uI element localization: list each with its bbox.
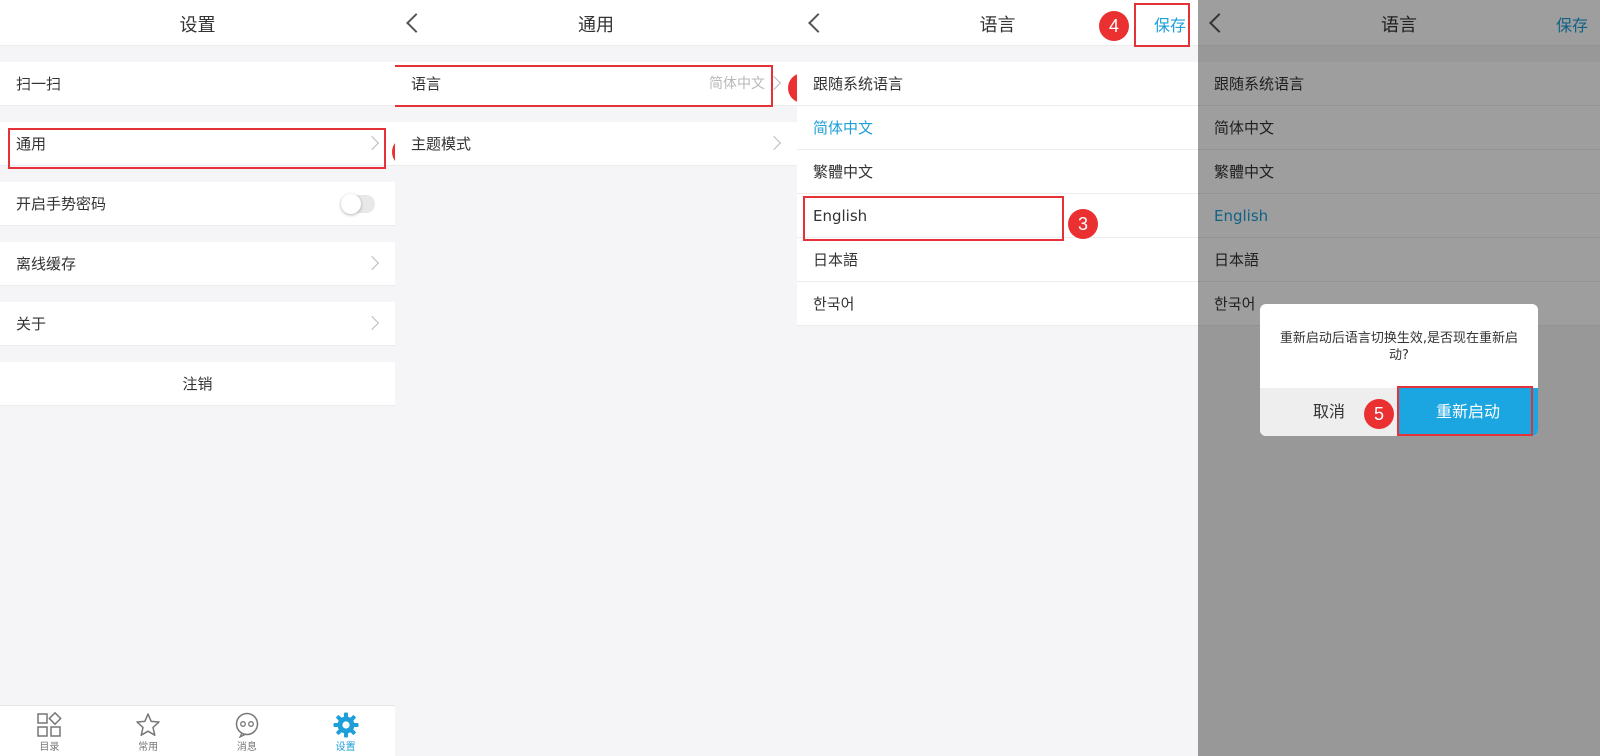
chevron-right-icon [766,135,782,151]
page-title: 通用 [578,15,614,36]
chevron-right-icon [364,135,380,151]
settings-item-label: 通用 [16,135,47,153]
dialog-message: 重新启动后语言切换生效,是否现在重新启动? [1279,331,1519,363]
settings-item-label: 关于 [16,315,47,333]
logout-button[interactable]: 注销 [0,362,395,406]
star-icon [136,713,160,736]
language-option-label: English [813,207,868,225]
language-option-japanese[interactable]: 日本語 [797,238,1198,282]
gesture-password-toggle[interactable] [341,194,375,214]
tab-catalog[interactable]: 目录 [0,706,99,756]
general-item-label: 语言 [411,75,442,93]
language-screen: 语言 保存 跟随系统语言 简体中文 繁體中文 English 日本語 한국어 3… [797,0,1198,756]
language-option-korean[interactable]: 한국어 [797,282,1198,326]
general-screen: 通用 语言 简体中文 主题模式 2 [395,0,797,756]
settings-header: 设置 [0,0,395,46]
tab-label: 目录 [39,742,60,753]
chevron-right-icon [364,255,380,271]
language-option-label: 한국어 [813,295,855,313]
tab-label: 消息 [236,742,257,753]
general-item-theme[interactable]: 主题模式 [395,122,797,166]
step-badge-4: 4 [1099,11,1129,41]
language-option-label: 日本語 [813,251,859,269]
general-header: 通用 [395,0,797,46]
restart-button[interactable]: 重新启动 [1398,388,1538,436]
catalog-icon [37,712,63,737]
step-badge-5: 5 [1364,399,1394,429]
tab-label: 设置 [335,742,356,753]
settings-item-gesture-password: 开启手势密码 [0,182,395,226]
general-item-label: 主题模式 [411,135,472,153]
language-option-simplified-chinese[interactable]: 简体中文 [797,106,1198,150]
restart-dialog: 重新启动后语言切换生效,是否现在重新启动? 取消 重新启动 [1260,304,1538,436]
chevron-right-icon [766,75,782,91]
tab-label: 常用 [138,742,159,753]
tab-messages[interactable]: 消息 [198,706,297,756]
general-item-language[interactable]: 语言 简体中文 [395,62,797,106]
toggle-knob [341,194,361,214]
tab-settings[interactable]: 设置 [296,706,395,756]
settings-screen: 设置 扫一扫 通用 开启手势密码 离线缓存 关于 注销 目录 常用 消息 设置 [0,0,395,756]
language-option-traditional-chinese[interactable]: 繁體中文 [797,150,1198,194]
settings-item-about[interactable]: 关于 [0,302,395,346]
settings-item-scan[interactable]: 扫一扫 [0,62,395,106]
save-button[interactable]: 保存 [1154,0,1186,52]
language-option-follow-system[interactable]: 跟随系统语言 [797,62,1198,106]
current-language-value: 简体中文 [709,76,765,92]
settings-item-label: 扫一扫 [16,75,62,93]
message-icon [235,712,259,738]
settings-item-label: 离线缓存 [16,255,77,273]
page-title: 语言 [979,15,1016,36]
logout-label: 注销 [182,375,213,393]
language-header: 语言 保存 [797,0,1198,46]
language-option-label: 简体中文 [813,119,874,137]
tab-favorites[interactable]: 常用 [99,706,198,756]
bottom-tab-bar: 目录 常用 消息 设置 [0,705,395,756]
language-option-label: 跟随系统语言 [813,75,904,93]
settings-item-label: 开启手势密码 [16,195,107,213]
chevron-right-icon [364,315,380,331]
page-title: 设置 [179,15,216,36]
step-badge-3: 3 [1068,209,1098,239]
settings-item-general[interactable]: 通用 [0,122,395,166]
settings-item-offline-cache[interactable]: 离线缓存 [0,242,395,286]
gear-icon [333,712,359,738]
language-option-label: 繁體中文 [813,163,874,181]
language-restart-screen: 语言 保存 跟随系统语言 简体中文 繁體中文 English 日本語 한국어 重… [1198,0,1600,756]
language-option-english[interactable]: English [797,194,1198,238]
